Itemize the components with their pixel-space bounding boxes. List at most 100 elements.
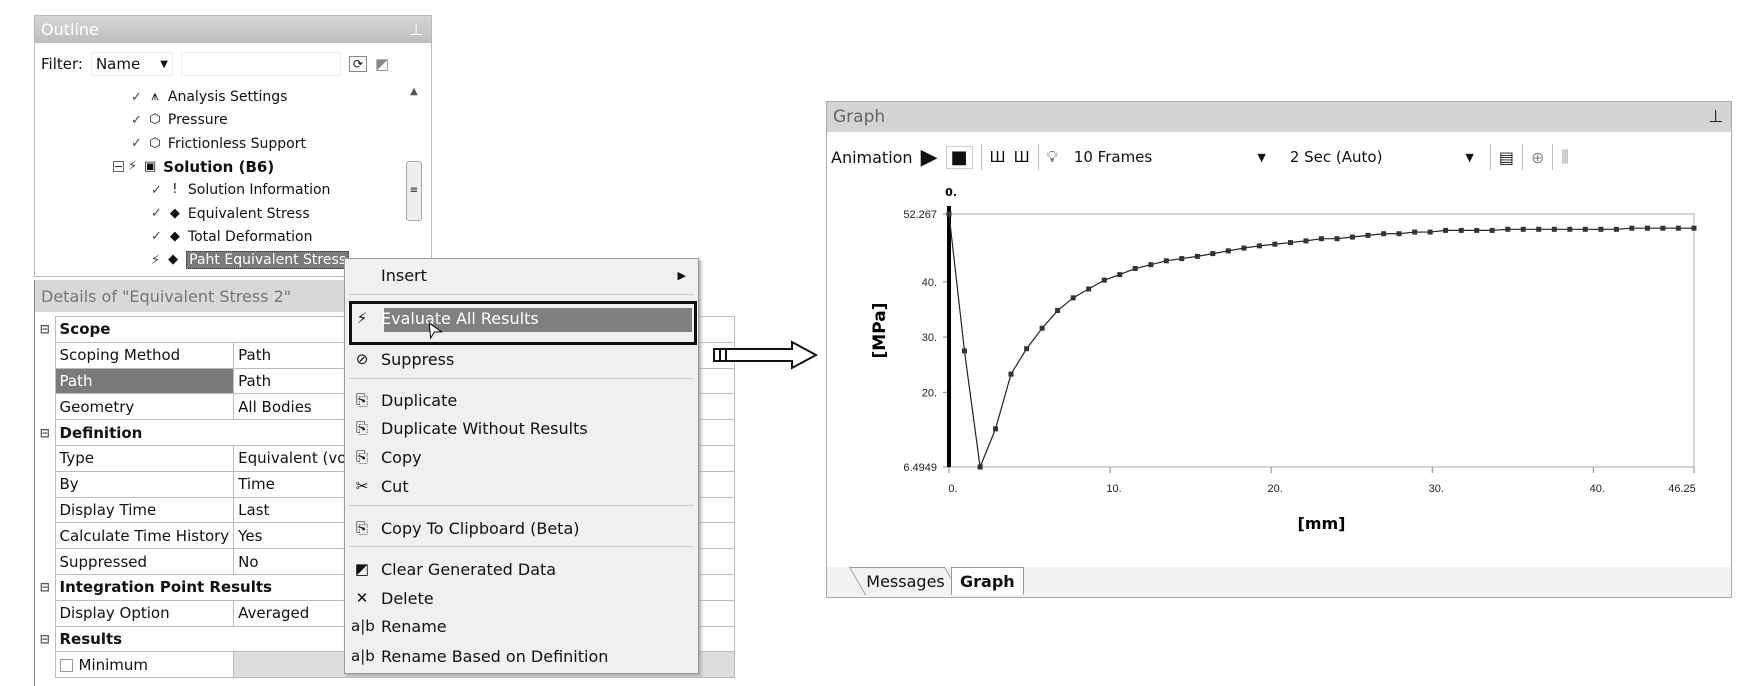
- status-check-icon: ✓: [131, 112, 142, 128]
- tree-item-label: Solution Information: [187, 182, 331, 199]
- x-tick-label: 20.: [1268, 483, 1283, 495]
- animation-label: Animation: [831, 147, 913, 167]
- result-icon: ◆: [168, 252, 179, 268]
- property-name-text: Geometry: [59, 397, 135, 416]
- property-name-text: By: [59, 475, 79, 494]
- series-line: [948, 213, 1694, 470]
- export-video-icon[interactable]: ▤: [1499, 148, 1514, 167]
- pin-icon[interactable]: ⊥: [409, 20, 423, 39]
- menu-separator: [349, 505, 694, 506]
- tab-messages[interactable]: Messages: [848, 567, 962, 595]
- pin-icon[interactable]: ⊥: [1708, 107, 1723, 127]
- x-tick-label: 30.: [1429, 483, 1444, 495]
- y-tick-label: 20.: [922, 387, 937, 399]
- distributed-frames-icon[interactable]: Ш: [990, 148, 1006, 166]
- frames-select[interactable]: 10 Frames ▼: [1065, 143, 1274, 171]
- menu-item-evaluate-all-results[interactable]: ⚡︎ Evaluate All Results: [345, 305, 698, 331]
- data-point: [1412, 229, 1418, 235]
- zoom-icon[interactable]: ⊕: [1531, 148, 1544, 167]
- data-point: [1225, 248, 1231, 254]
- outline-panel: Outline ⊥ Filter: Name ▼ ⟳ ◩ ✓ ⩚ Analysis Se…: [34, 15, 432, 277]
- filter-label: Filter:: [41, 55, 83, 73]
- collapse-icon[interactable]: ⊟: [35, 626, 55, 652]
- menu-item-copy-to-clipboard-beta[interactable]: ⎘ Copy To Clipboard (Beta): [345, 515, 698, 541]
- menu-item-label: Rename Based on Definition: [381, 646, 609, 666]
- data-point: [993, 426, 999, 432]
- tree-item[interactable]: ✓ ◆ Equivalent Stress: [151, 203, 310, 225]
- data-point: [1598, 226, 1604, 232]
- menu-item-duplicate-without-results[interactable]: ⎘ Duplicate Without Results: [345, 415, 698, 441]
- property-name-text: Display Time: [59, 500, 157, 519]
- pressure-icon: ⬡: [149, 112, 161, 128]
- refresh-icon[interactable]: ⟳: [348, 56, 368, 72]
- tree-item[interactable]: ✓ ⩚ Analysis Settings: [131, 86, 287, 108]
- data-point: [1008, 371, 1014, 377]
- menu-item-clear-generated-data[interactable]: ◩ Clear Generated Data: [345, 556, 698, 582]
- play-icon[interactable]: ▶: [921, 145, 938, 170]
- filter-type-select[interactable]: Name ▼: [90, 52, 173, 76]
- collapse-icon[interactable]: −: [113, 161, 124, 173]
- menu-item-label: Evaluate All Results: [381, 308, 539, 328]
- collapse-icon[interactable]: ⊟: [35, 419, 55, 446]
- duplicate-icon: ⎘: [355, 419, 368, 437]
- collapse-icon[interactable]: ⊟: [35, 316, 55, 343]
- tree-item[interactable]: ✓ ⬡ Frictionless Support: [131, 133, 306, 155]
- menu-separator: [349, 546, 694, 547]
- menu-item-insert[interactable]: Insert ▶: [345, 262, 698, 288]
- tree-item-label: Pressure: [167, 112, 228, 129]
- clear-filter-icon[interactable]: ◩: [375, 55, 389, 73]
- data-point: [1567, 226, 1573, 232]
- tree-item[interactable]: ✓ ◆ Total Deformation: [151, 226, 312, 248]
- tree-scrollbar[interactable]: ▲ ≡: [405, 86, 423, 266]
- data-point: [1644, 225, 1650, 231]
- menu-item-suppress[interactable]: ⊘ Suppress: [345, 346, 698, 372]
- stop-icon[interactable]: ■: [945, 145, 973, 169]
- data-point: [1350, 234, 1356, 240]
- tree-item[interactable]: − ⚡︎ ▣ Solution (B6): [113, 156, 274, 178]
- tree-item[interactable]: ✓! Solution Information: [151, 179, 330, 201]
- result-frames-icon[interactable]: Ш: [1014, 148, 1030, 166]
- tab-graph[interactable]: Graph: [951, 567, 1024, 595]
- details-title-bar: Details of "Equivalent Stress 2": [35, 280, 379, 312]
- menu-item-rename-based-on-definition[interactable]: a|b Rename Based on Definition: [345, 643, 698, 669]
- menu-item-label: Duplicate Without Results: [381, 418, 588, 438]
- data-point: [1241, 245, 1247, 251]
- duration-select[interactable]: 2 Sec (Auto) ▼: [1281, 143, 1482, 171]
- data-point: [1381, 231, 1387, 237]
- menu-item-duplicate[interactable]: ⎘ Duplicate: [345, 387, 698, 413]
- data-point: [1101, 277, 1107, 283]
- tree-item-label: Solution (B6): [163, 157, 275, 176]
- chart-options-icon[interactable]: ⫼: [1561, 147, 1568, 167]
- scrollbar-thumb[interactable]: ≡: [406, 161, 422, 221]
- data-point: [1179, 256, 1185, 262]
- data-point: [1489, 227, 1495, 233]
- status-check-icon: ✓: [131, 89, 142, 105]
- data-point: [1318, 236, 1324, 242]
- x-axis-label: [mm]: [1298, 514, 1346, 533]
- tree-item[interactable]: ✓ ⬡ Pressure: [131, 109, 228, 131]
- clipboard-icon: ⎘: [355, 519, 368, 537]
- data-point: [1086, 286, 1092, 292]
- chevron-down-icon: ▼: [1257, 150, 1266, 164]
- animation-toolbar: Animation ▶ ■ Ш Ш 💡︎ 10 Frames ▼ 2 Sec (A…: [831, 140, 1727, 174]
- filter-search-input[interactable]: [180, 52, 341, 76]
- menu-item-copy[interactable]: ⎘ Copy: [345, 444, 698, 470]
- menu-item-delete[interactable]: ✕ Delete: [345, 585, 698, 611]
- y-tick-label: 52.267: [903, 209, 937, 221]
- lightbulb-icon[interactable]: 💡︎: [1047, 147, 1058, 167]
- menu-item-cut[interactable]: ✂ Cut: [345, 473, 698, 499]
- data-point: [1194, 253, 1200, 259]
- property-name-text: Scoping Method: [59, 346, 181, 365]
- details-title: Details of "Equivalent Stress 2": [41, 286, 292, 306]
- tab-graph-label: Graph: [960, 572, 1015, 591]
- menu-item-rename[interactable]: a|b Rename: [345, 613, 698, 639]
- x-tick-label: 0.: [948, 483, 957, 495]
- checkbox[interactable]: [59, 658, 73, 672]
- property-name: Geometry: [54, 393, 235, 421]
- x-tick-label: 40.: [1590, 483, 1605, 495]
- tree-item-label: Analysis Settings: [167, 89, 288, 105]
- collapse-icon[interactable]: ⊟: [35, 574, 55, 601]
- tree-item[interactable]: ⚡︎ ◆ Paht Equivalent Stress: [151, 249, 350, 271]
- data-point: [961, 348, 967, 354]
- data-point: [1443, 227, 1449, 233]
